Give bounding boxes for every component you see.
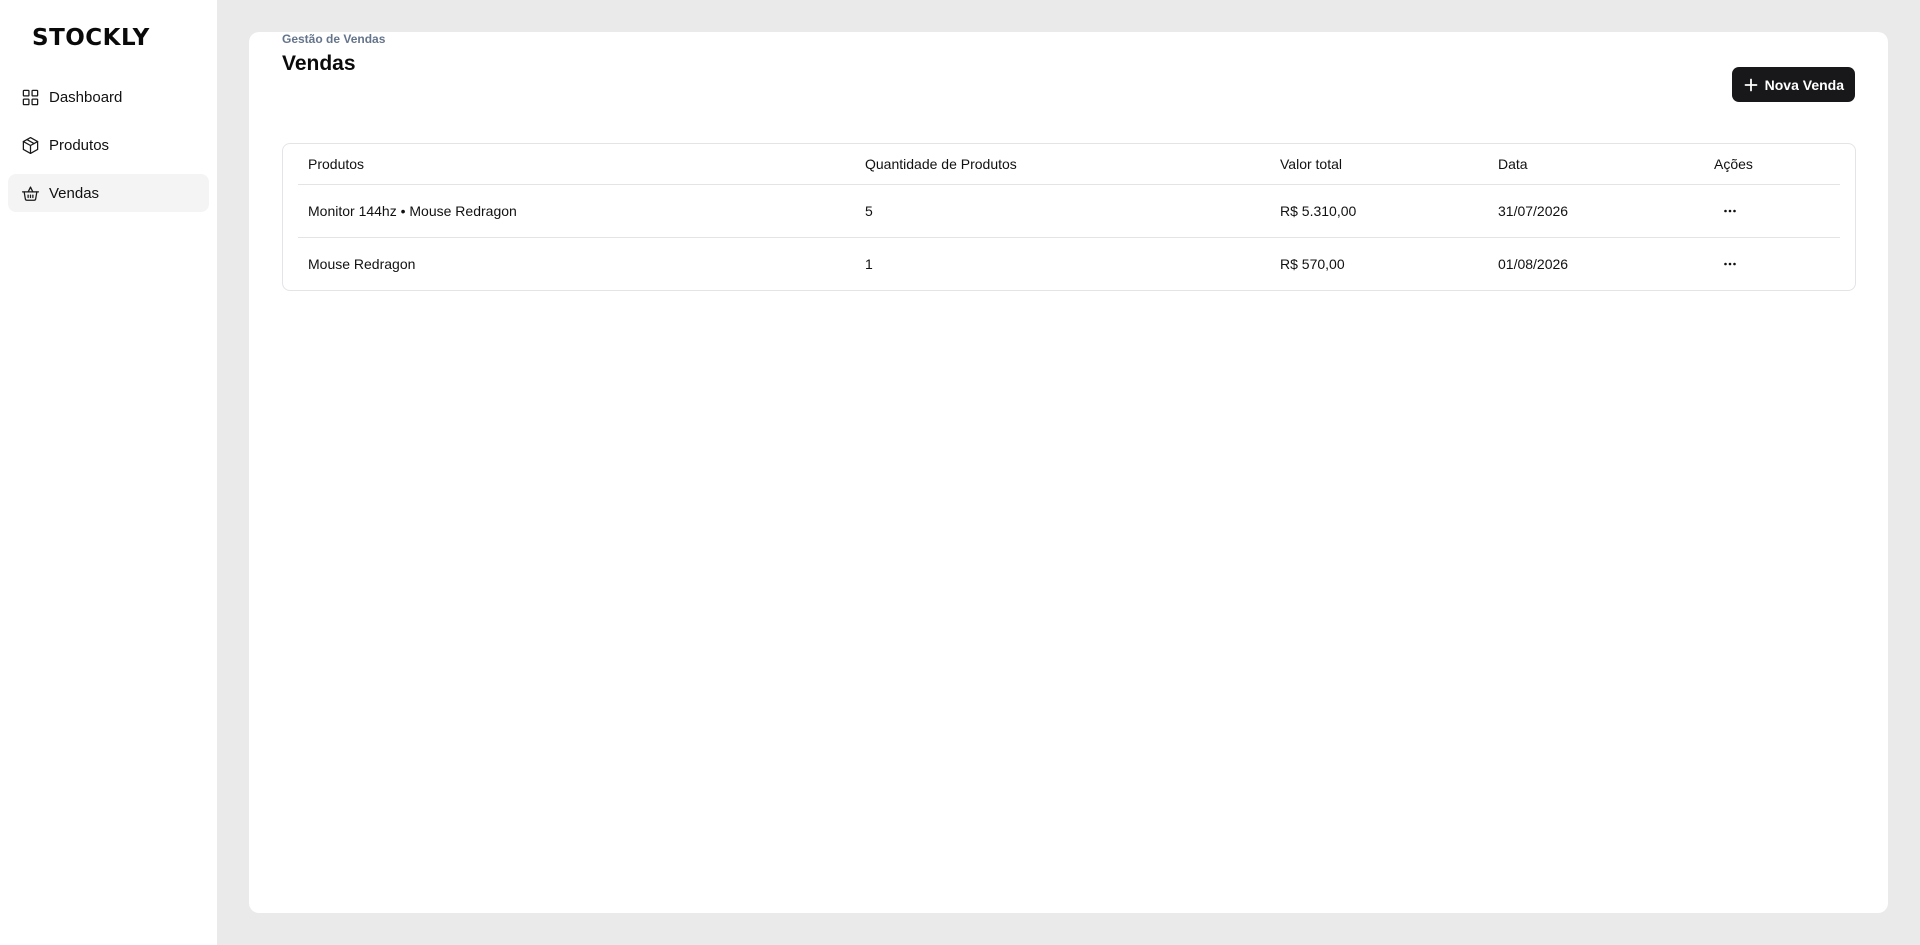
column-header-produtos: Produtos (298, 144, 855, 185)
sales-card: Gestão de Vendas Vendas Nova Venda Produ… (249, 32, 1888, 913)
app: STOCKLY Dashboard Produtos Vendas Gestão… (0, 0, 1920, 945)
sidebar-item-dashboard[interactable]: Dashboard (8, 78, 209, 116)
page-header-titles: Gestão de Vendas Vendas (282, 0, 385, 76)
cell-quantidade: 5 (865, 202, 873, 219)
table-row: Mouse Redragon 1 R$ 570,00 01/08/2026 (298, 236, 1840, 290)
cell-valor-total: R$ 5.310,00 (1280, 202, 1357, 219)
column-header-acoes: Ações (1704, 144, 1840, 185)
cell-acoes (1704, 184, 1840, 237)
page-header: Gestão de Vendas Vendas Nova Venda (282, 32, 1855, 122)
cell-valor-total: R$ 570,00 (1270, 236, 1488, 290)
cell-produtos: Monitor 144hz • Mouse Redragon (308, 202, 517, 219)
column-header-data: Data (1488, 144, 1704, 185)
more-horizontal-icon (1724, 209, 1736, 212)
sidebar-item-label: Produtos (49, 136, 110, 154)
cell-acoes (1704, 236, 1840, 290)
layout-grid-icon (20, 87, 40, 107)
sidebar-item-label: Dashboard (49, 88, 123, 106)
sidebar-item-label: Vendas (49, 184, 100, 202)
new-sale-button[interactable]: Nova Venda (1731, 67, 1855, 102)
table-header-row: Produtos Quantidade de Produtos Valor to… (298, 144, 1840, 185)
page-header-actions: Nova Venda (1731, 32, 1855, 102)
breadcrumb: Gestão de Vendas (282, 32, 386, 46)
cell-quantidade: 1 (855, 236, 1270, 290)
row-actions-button[interactable] (1716, 252, 1744, 276)
row-actions-button[interactable] (1716, 199, 1744, 223)
sidebar-item-vendas[interactable]: Vendas (8, 174, 209, 212)
app-logo: STOCKLY (32, 25, 150, 51)
package-icon (20, 135, 40, 155)
sidebar: STOCKLY Dashboard Produtos Vendas (0, 0, 217, 945)
sales-table: Produtos Quantidade de Produtos Valor to… (298, 144, 1840, 290)
shopping-basket-icon (20, 183, 40, 203)
main-content: Gestão de Vendas Vendas Nova Venda Produ… (217, 0, 1920, 945)
column-header-valor-total: Valor total (1270, 144, 1488, 185)
table-row: Monitor 144hz • Mouse Redragon 5 R$ 5.31… (298, 184, 1840, 237)
sales-table-container: Produtos Quantidade de Produtos Valor to… (282, 143, 1856, 291)
new-sale-button-label: Nova Venda (1764, 76, 1844, 93)
plus-icon (1744, 78, 1758, 92)
column-header-quantidade: Quantidade de Produtos (855, 144, 1270, 185)
sidebar-nav: Dashboard Produtos Vendas (0, 78, 217, 212)
cell-produtos: Mouse Redragon (298, 236, 855, 290)
more-horizontal-icon (1724, 262, 1736, 266)
sidebar-item-produtos[interactable]: Produtos (8, 126, 209, 164)
cell-data: 01/08/2026 (1488, 236, 1704, 290)
cell-data: 31/07/2026 (1498, 202, 1569, 219)
page-title: Vendas (282, 52, 356, 75)
